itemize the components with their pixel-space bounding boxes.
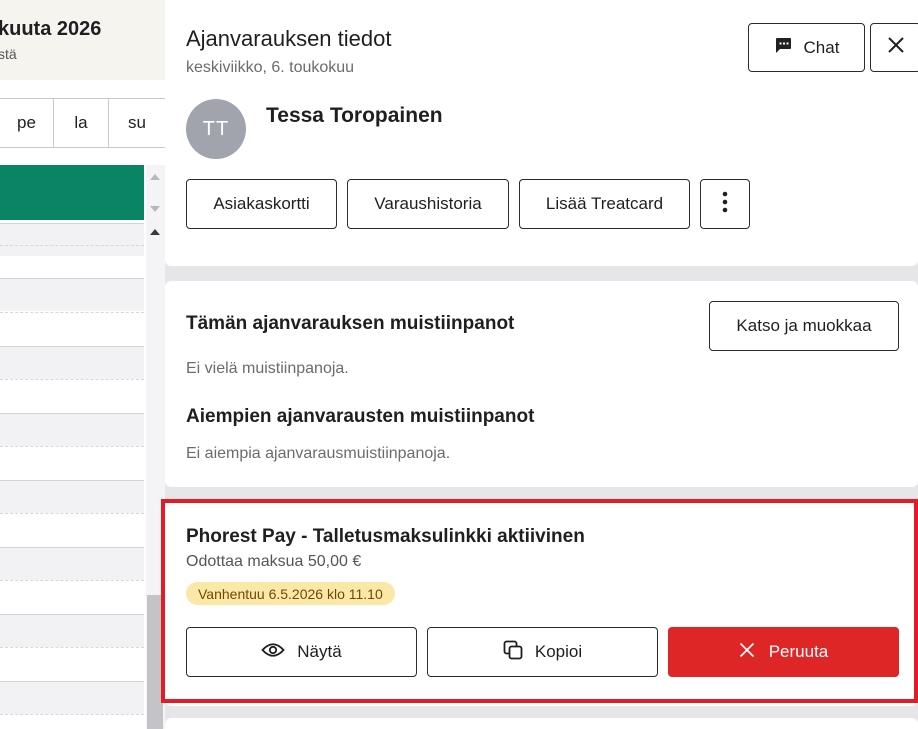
cancel-payment-link-button[interactable]: Peruuta	[668, 627, 899, 677]
copy-icon	[503, 640, 523, 665]
scroll-up-icon[interactable]	[150, 174, 160, 180]
time-slot[interactable]	[0, 714, 144, 729]
chat-button[interactable]: Chat	[748, 23, 865, 72]
previous-notes-title: Aiempien ajanvarausten muistiinpanot	[186, 406, 535, 427]
payment-link-title: Phorest Pay - Talletusmaksulinkki aktiiv…	[186, 526, 585, 547]
cancel-button-label: Peruuta	[768, 642, 829, 661]
weekday-sunday[interactable]: su	[108, 99, 165, 147]
close-icon	[887, 37, 904, 58]
time-slot[interactable]	[0, 413, 144, 446]
page-title: Ajanvarauksen tiedot	[186, 26, 392, 51]
time-slot[interactable]	[0, 614, 144, 647]
time-slot[interactable]	[0, 312, 144, 345]
time-slot[interactable]	[0, 480, 144, 513]
more-vertical-icon	[722, 191, 728, 218]
eye-icon	[261, 642, 286, 663]
calendar-header: kuuta 2026 stä	[0, 0, 165, 80]
calendar-weekday-header: pe la su	[0, 98, 165, 148]
previous-notes-empty: Ei aiempia ajanvarausmuistiinpanoja.	[186, 445, 451, 462]
calendar-panel: kuuta 2026 stä pe la su	[0, 0, 165, 729]
scroll-down-icon[interactable]	[150, 206, 160, 212]
calendar-grid[interactable]	[0, 165, 146, 729]
booking-history-button[interactable]: Varaushistoria	[347, 179, 509, 229]
calendar-subtitle: stä	[0, 46, 17, 62]
view-edit-notes-button[interactable]: Katso ja muokkaa	[709, 301, 899, 351]
chat-button-label: Chat	[803, 37, 840, 57]
client-name[interactable]: Tessa Toropainen	[266, 104, 443, 128]
copy-button-label: Kopioi	[534, 642, 583, 661]
time-slot[interactable]	[0, 346, 144, 379]
weekday-friday[interactable]: pe	[0, 99, 53, 147]
calendar-month-title: kuuta 2026	[0, 18, 102, 40]
chat-icon	[774, 37, 792, 59]
current-notes-empty: Ei vielä muistiinpanoja.	[186, 360, 349, 377]
close-button[interactable]	[870, 23, 918, 72]
time-slot[interactable]	[0, 547, 144, 580]
add-treatcard-button[interactable]: Lisää Treatcard	[519, 179, 690, 229]
time-slot[interactable]	[0, 446, 144, 479]
view-button-label: Näytä	[297, 642, 342, 661]
expiry-badge: Vanhentuu 6.5.2026 klo 11.10	[186, 582, 395, 605]
payment-status: Odottaa maksua 50,00 €	[186, 553, 362, 570]
client-card-button[interactable]: Asiakaskortti	[186, 179, 337, 229]
current-notes-title: Tämän ajanvarauksen muistiinpanot	[186, 313, 515, 334]
time-slot[interactable]	[0, 580, 144, 613]
appointment-date: keskiviikko, 6. toukokuu	[186, 59, 355, 76]
more-options-button[interactable]	[700, 179, 750, 229]
close-icon	[739, 642, 755, 663]
avatar: TT	[186, 99, 246, 159]
time-slot[interactable]	[0, 278, 144, 311]
appointment-details-panel: Ajanvarauksen tiedot keskiviikko, 6. tou…	[161, 0, 918, 729]
view-payment-link-button[interactable]: Näytä	[186, 627, 417, 677]
appointment-header-card: Ajanvarauksen tiedot keskiviikko, 6. tou…	[165, 0, 918, 266]
scroll-up-icon[interactable]	[150, 229, 160, 235]
next-card	[165, 718, 918, 729]
time-slot[interactable]	[0, 245, 144, 278]
calendar-appointment-block[interactable]	[0, 165, 144, 220]
weekday-saturday[interactable]: la	[53, 99, 108, 147]
time-slot[interactable]	[0, 647, 144, 680]
copy-payment-link-button[interactable]: Kopioi	[427, 627, 658, 677]
time-slot[interactable]	[0, 513, 144, 546]
time-slot[interactable]	[0, 681, 144, 714]
time-slot[interactable]	[0, 379, 144, 412]
